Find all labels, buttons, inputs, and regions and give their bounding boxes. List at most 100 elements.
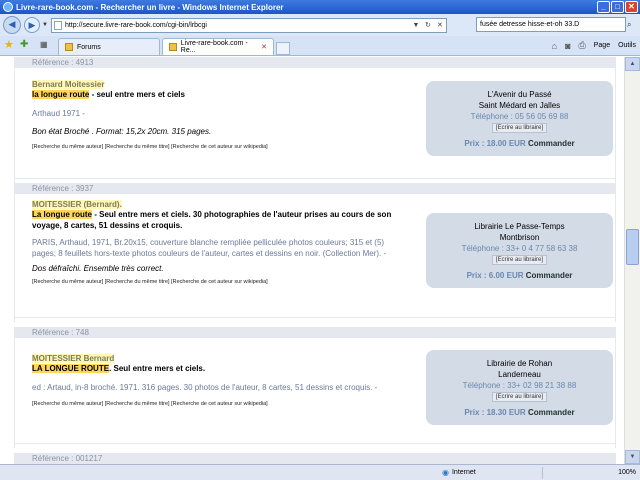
favorites-star-icon[interactable]: ★ <box>4 38 18 52</box>
page-menu[interactable]: Page <box>594 42 610 49</box>
related-search-links[interactable]: [Recherche du même auteur] [Recherche du… <box>32 279 402 285</box>
book-price: Prix : 6.00 EUR <box>466 271 524 280</box>
divider <box>14 317 616 318</box>
security-zone: Internet <box>451 469 476 476</box>
book-author[interactable]: Bernard Moitessier <box>32 80 105 89</box>
reference-label: Référence : 4913 <box>32 58 94 67</box>
book-author[interactable]: MOITESSIER (Bernard). <box>32 200 122 209</box>
reference-bar: Référence : 001217 <box>14 453 616 464</box>
seller-city: Montbrison <box>499 233 540 242</box>
write-seller-button[interactable]: [Ecrire au libraire] <box>491 392 547 402</box>
maximize-button[interactable]: □ <box>611 1 624 13</box>
order-link[interactable]: Commander <box>528 408 575 417</box>
new-tab-button[interactable] <box>276 42 290 55</box>
book-subtitle: . Seul entre mers et ciels. <box>109 364 206 373</box>
book-info: MOITESSIER Bernard LA LONGUE ROUTE. Seul… <box>32 354 402 407</box>
book-description: Dos défraîchi. Ensemble très correct. <box>32 264 164 273</box>
tab-page-icon <box>169 43 177 51</box>
reference-bar: Référence : 748 <box>14 327 616 338</box>
order-link[interactable]: Commander <box>528 139 575 148</box>
seller-box: L'Avenir du Passé Saint Médard en Jalles… <box>426 81 613 156</box>
minimize-button[interactable]: _ <box>597 1 610 13</box>
search-icon[interactable]: ⌕ <box>627 17 639 32</box>
tab-forums[interactable]: Forums <box>58 38 160 55</box>
quick-tabs-icon[interactable]: ▦ <box>40 38 54 52</box>
seller-name: Librairie Le Passe-Temps <box>474 222 565 231</box>
divider <box>14 443 616 444</box>
book-info: MOITESSIER (Bernard). La longue route - … <box>32 200 402 285</box>
status-bar: ◉ Internet 100% <box>0 464 640 480</box>
page-icon <box>53 20 62 30</box>
close-tab-icon[interactable]: ✕ <box>261 43 267 51</box>
seller-name: Librairie de Rohan <box>486 359 553 368</box>
print-icon[interactable]: ⎙ <box>579 40 586 51</box>
tab-page-icon <box>65 43 73 51</box>
book-publication: ed : Artaud, in-8 broché. 1971. 316 page… <box>32 383 378 392</box>
book-listing: Bernard Moitessier la longue route - seu… <box>14 68 616 183</box>
reference-label: Référence : 001217 <box>32 454 103 463</box>
book-title[interactable]: LA LONGUE ROUTE <box>32 364 110 373</box>
book-description: Bon état Broché . Format: 15,2x 20cm. 31… <box>32 127 212 136</box>
tab-label: Forums <box>77 43 101 51</box>
tab-bar: ★ ✚ ▦ Forums Livre-rare-book.com - Re...… <box>0 36 640 56</box>
seller-city: Saint Médard en Jalles <box>478 101 561 110</box>
write-seller-button[interactable]: [Ecrire au libraire] <box>491 123 547 133</box>
vertical-scrollbar[interactable]: ▲ ▼ <box>624 57 640 464</box>
book-publication: PARIS, Arthaud, 1971, Br.20x15, couvertu… <box>32 238 387 258</box>
internet-explorer-icon <box>3 2 13 12</box>
reference-bar: Référence : 3937 <box>14 183 616 194</box>
reference-label: Référence : 3937 <box>32 184 94 193</box>
scroll-up-icon[interactable]: ▲ <box>625 57 640 71</box>
book-author[interactable]: MOITESSIER Bernard <box>32 354 115 363</box>
book-title[interactable]: la longue route <box>32 90 90 99</box>
tab-livre-rare-book[interactable]: Livre-rare-book.com - Re... ✕ <box>162 38 274 55</box>
address-toolbar: ◀ ▶ ▼ http://secure.livre-rare-book.com/… <box>0 14 640 36</box>
order-link[interactable]: Commander <box>526 271 573 280</box>
back-button[interactable]: ◀ <box>3 16 21 34</box>
feeds-icon[interactable]: ◙ <box>565 41 570 51</box>
forward-button[interactable]: ▶ <box>24 17 40 33</box>
seller-name: L'Avenir du Passé <box>487 90 552 99</box>
book-title[interactable]: La longue route <box>32 210 92 219</box>
seller-box: Librairie de Rohan Landerneau Téléphone … <box>426 350 613 425</box>
related-search-links[interactable]: [Recherche du même auteur] [Recherche du… <box>32 144 402 150</box>
window-controls: _ □ ✕ <box>597 1 638 13</box>
refresh-icon[interactable]: ↻ <box>422 19 434 32</box>
add-favorites-icon[interactable]: ✚ <box>20 38 34 52</box>
close-window-button[interactable]: ✕ <box>625 1 638 13</box>
window-titlebar: Livre-rare-book.com - Rechercher un livr… <box>0 0 640 14</box>
tab-label: Livre-rare-book.com - Re... <box>180 40 248 54</box>
related-search-links[interactable]: [Recherche du même auteur] [Recherche du… <box>32 401 402 407</box>
search-input[interactable]: fusée detresse hisse-et-oh 33.D <box>476 17 626 32</box>
address-url[interactable]: http://secure.livre-rare-book.com/cgi-bi… <box>65 22 410 29</box>
reference-label: Référence : 748 <box>32 328 89 337</box>
history-dropdown-icon[interactable]: ▼ <box>42 22 48 28</box>
seller-phone: Téléphone : 05 56 05 69 88 <box>470 112 569 121</box>
seller-phone: Téléphone : 33+ 02 98 21 38 88 <box>462 381 577 390</box>
internet-zone-icon: ◉ <box>442 468 449 477</box>
address-dropdown-icon[interactable]: ▼ <box>410 19 422 32</box>
book-info: Bernard Moitessier la longue route - seu… <box>32 80 402 150</box>
home-icon[interactable]: ⌂ <box>552 41 557 51</box>
scrollbar-thumb[interactable] <box>626 229 639 265</box>
book-publication: Arthaud 1971 - <box>32 109 85 118</box>
seller-box: Librairie Le Passe-Temps Montbrison Télé… <box>426 213 613 288</box>
seller-city: Landerneau <box>498 370 541 379</box>
command-bar: ⌂ ◙ ⎙ Page Outils <box>552 40 636 51</box>
reference-bar: Référence : 4913 <box>14 57 616 68</box>
book-subtitle: - seul entre mers et ciels <box>89 90 185 99</box>
book-listing: MOITESSIER Bernard LA LONGUE ROUTE. Seul… <box>14 338 616 448</box>
seller-phone: Téléphone : 33+ 0 4 77 58 63 38 <box>461 244 578 253</box>
stop-icon[interactable]: ✕ <box>434 19 446 32</box>
book-price: Prix : 18.00 EUR <box>464 139 526 148</box>
book-price: Prix : 18.30 EUR <box>464 408 526 417</box>
address-bar[interactable]: http://secure.livre-rare-book.com/cgi-bi… <box>50 17 447 33</box>
tools-menu[interactable]: Outils <box>618 42 636 49</box>
scroll-down-icon[interactable]: ▼ <box>625 450 640 464</box>
window-title: Livre-rare-book.com - Rechercher un livr… <box>16 2 284 12</box>
zoom-level[interactable]: 100% <box>618 469 636 476</box>
divider <box>14 178 616 179</box>
book-listing: MOITESSIER (Bernard). La longue route - … <box>14 194 616 322</box>
status-divider <box>541 466 543 479</box>
write-seller-button[interactable]: [Ecrire au libraire] <box>491 255 547 265</box>
